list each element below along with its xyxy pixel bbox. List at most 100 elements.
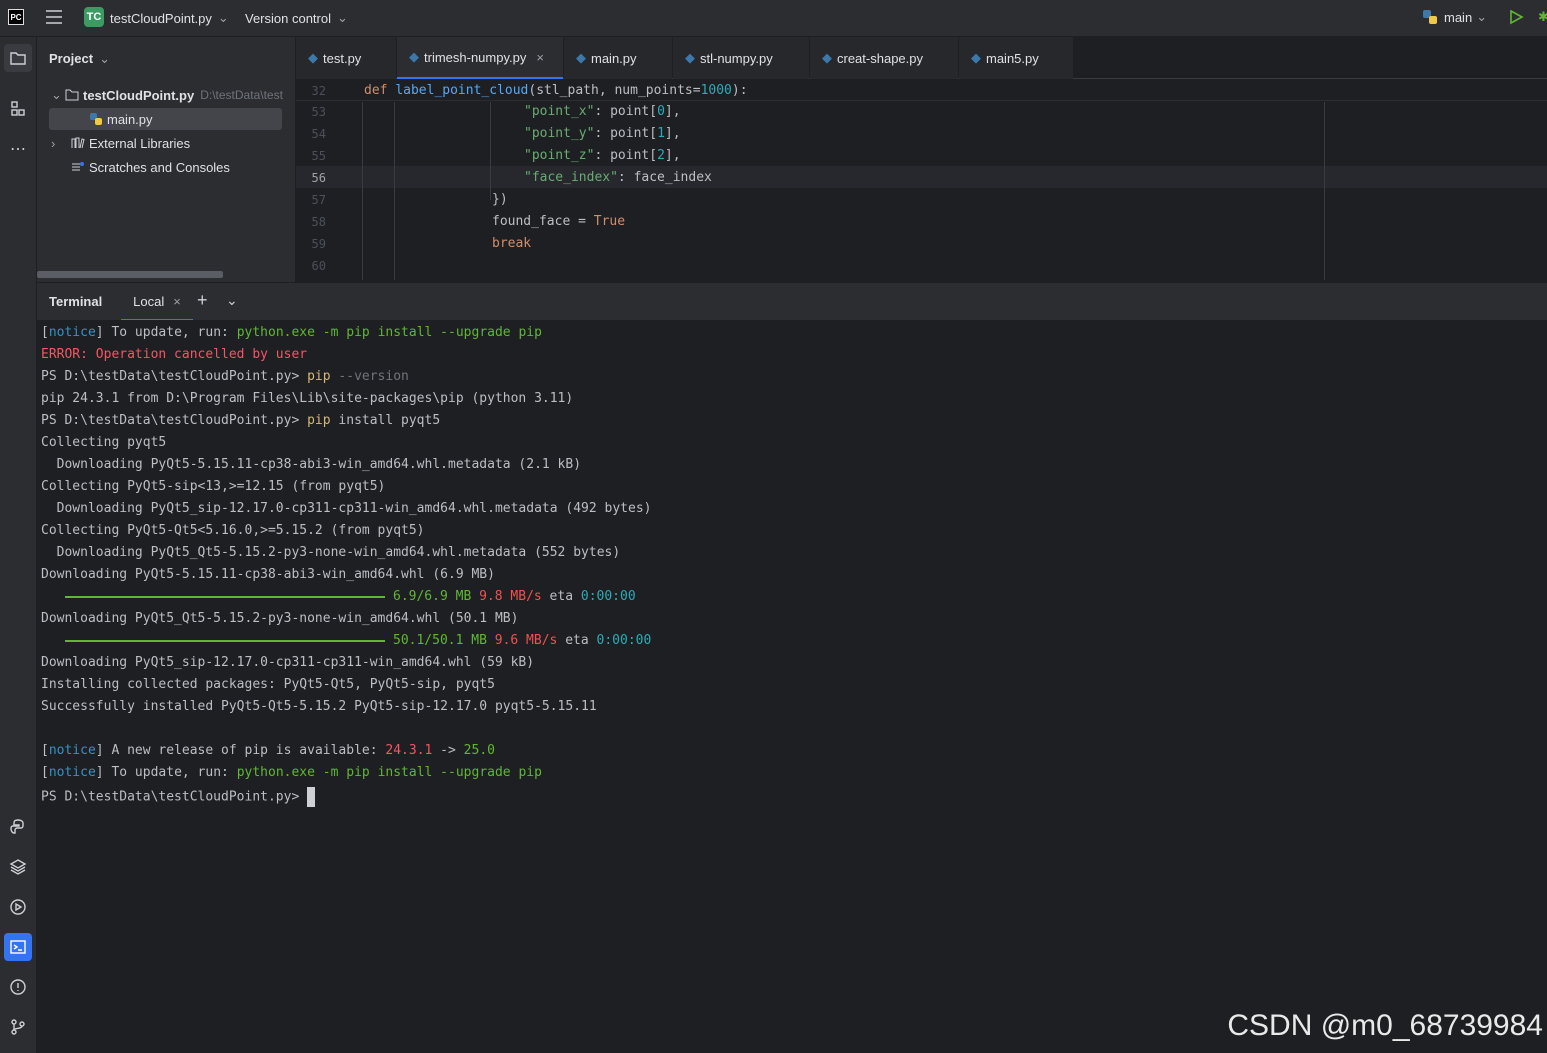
code-line: "point_z": point[2], bbox=[524, 148, 681, 163]
tab-trimesh-numpy-py[interactable]: ◆ trimesh-numpy.py × bbox=[397, 37, 563, 79]
line-number: 57 bbox=[311, 193, 326, 207]
line-number: 54 bbox=[311, 127, 326, 141]
terminal-line: Downloading PyQt5_Qt5-5.15.2-py3-none-wi… bbox=[41, 545, 621, 560]
pycharm-logo-icon[interactable]: PC bbox=[8, 9, 24, 25]
terminal-header: Terminal Local × + ⌄ bbox=[37, 282, 1547, 321]
line-number: 58 bbox=[311, 215, 326, 229]
line-number: 55 bbox=[311, 149, 326, 163]
python-file-icon: ◆ bbox=[971, 50, 981, 65]
tab-test-py[interactable]: ◆ test.py bbox=[296, 37, 396, 79]
folder-icon bbox=[65, 89, 79, 101]
terminal-cursor bbox=[307, 787, 316, 807]
python-file-icon: ◆ bbox=[308, 50, 318, 65]
python-file-icon: ◆ bbox=[576, 50, 586, 65]
more-tools-button[interactable]: ⋯ bbox=[4, 135, 32, 163]
problems-tool-button[interactable] bbox=[4, 973, 32, 1001]
tree-item-external-libraries[interactable]: › External Libraries bbox=[37, 132, 295, 154]
python-icon bbox=[1423, 10, 1437, 24]
code-line: "point_x": point[0], bbox=[524, 104, 681, 119]
chevron-down-icon: ⌄ bbox=[1476, 9, 1488, 24]
tab-main-py[interactable]: ◆ main.py bbox=[564, 37, 672, 79]
project-tool-button[interactable] bbox=[4, 44, 32, 72]
project-switcher[interactable]: testCloudPoint.py ⌄ bbox=[110, 10, 229, 26]
terminal-line: PS D:\testData\testCloudPoint.py> pip --… bbox=[41, 369, 409, 384]
scratches-icon bbox=[72, 162, 84, 171]
terminal-line: pip 24.3.1 from D:\Program Files\Lib\sit… bbox=[41, 391, 574, 406]
line-number: 60 bbox=[311, 259, 326, 273]
close-tab-icon[interactable]: × bbox=[173, 294, 181, 309]
terminal-line: Downloading PyQt5_Qt5-5.15.2-py3-none-wi… bbox=[41, 611, 519, 626]
run-button[interactable] bbox=[1508, 9, 1524, 25]
tab-main5-py[interactable]: ◆ main5.py bbox=[959, 37, 1073, 79]
terminal-title: Terminal bbox=[49, 294, 103, 309]
horizontal-scrollbar[interactable] bbox=[37, 271, 223, 278]
main-menu-icon[interactable] bbox=[45, 9, 63, 25]
tab-creat-shape-py[interactable]: ◆ creat-shape.py bbox=[810, 37, 958, 79]
terminal-line: Installing collected packages: PyQt5-Qt5… bbox=[41, 677, 495, 692]
terminal-output[interactable]: [notice] To update, run: python.exe -m p… bbox=[37, 320, 1547, 1053]
terminal-line: Collecting PyQt5-Qt5<5.16.0,>=5.15.2 (fr… bbox=[41, 523, 425, 538]
project-panel-title[interactable]: Project ⌄ bbox=[49, 51, 110, 67]
chevron-right-icon: › bbox=[51, 135, 56, 151]
run-config-selector[interactable]: main ⌄ bbox=[1422, 9, 1487, 25]
new-terminal-tab-icon[interactable]: + bbox=[197, 290, 208, 311]
tab-stl-numpy-py[interactable]: ◆ stl-numpy.py bbox=[673, 37, 809, 79]
vcs-label: Version control bbox=[245, 10, 331, 26]
bug-icon: ✱ bbox=[1538, 9, 1547, 24]
terminal-line: Collecting pyqt5 bbox=[41, 435, 167, 450]
file-label: main.py bbox=[107, 111, 153, 127]
code-line: break bbox=[492, 236, 532, 251]
more-icon: ⋯ bbox=[10, 141, 26, 158]
python-file-icon: ◆ bbox=[685, 50, 695, 65]
project-badge-icon: TC bbox=[84, 7, 104, 27]
editor-tab-bar: ◆ test.py ◆ trimesh-numpy.py × ◆ main.py ◆ st… bbox=[296, 37, 1547, 79]
line-number: 32 bbox=[311, 84, 326, 98]
run-config-label: main bbox=[1444, 9, 1473, 25]
terminal-line: [notice] To update, run: python.exe -m p… bbox=[41, 765, 542, 780]
title-bar: PC TC testCloudPoint.py ⌄ Version control… bbox=[0, 0, 1547, 37]
structure-icon bbox=[11, 101, 25, 116]
debug-button[interactable]: ✱ bbox=[1538, 9, 1547, 25]
line-number: 59 bbox=[311, 237, 326, 251]
services-icon bbox=[10, 899, 26, 915]
progress-bar bbox=[65, 595, 385, 598]
structure-tool-button[interactable] bbox=[4, 95, 32, 123]
close-tab-icon[interactable]: × bbox=[536, 50, 544, 65]
terminal-line: Downloading PyQt5-5.15.11-cp38-abi3-win_… bbox=[41, 567, 495, 582]
progress-line: 6.9/6.9 MB 9.8 MB/s eta 0:00:00 bbox=[65, 589, 636, 604]
python-console-button[interactable] bbox=[4, 813, 32, 841]
code-editor[interactable]: 32 53 54 55 56 57 58 59 60 def label_poi… bbox=[296, 80, 1547, 280]
python-packages-button[interactable] bbox=[4, 853, 32, 881]
terminal-line: ERROR: Operation cancelled by user bbox=[41, 347, 308, 362]
problems-icon bbox=[10, 979, 26, 995]
scratches-label: Scratches and Consoles bbox=[89, 159, 230, 175]
progress-bar bbox=[65, 639, 385, 642]
version-control-menu[interactable]: Version control ⌄ bbox=[245, 10, 348, 26]
terminal-line: Downloading PyQt5_sip-12.17.0-cp311-cp31… bbox=[41, 501, 652, 516]
services-button[interactable] bbox=[4, 893, 32, 921]
layers-icon bbox=[9, 859, 27, 875]
code-line: "face_index": face_index bbox=[524, 170, 712, 185]
chevron-down-icon[interactable]: ⌄ bbox=[226, 292, 238, 309]
right-margin-guide bbox=[1324, 102, 1325, 280]
chevron-down-icon: ⌄ bbox=[217, 10, 229, 25]
code-line: }) bbox=[492, 192, 508, 207]
line-number: 56 bbox=[311, 171, 326, 185]
terminal-tab-local[interactable]: Local × bbox=[121, 283, 193, 321]
terminal-line: Downloading PyQt5_sip-12.17.0-cp311-cp31… bbox=[41, 655, 535, 670]
chevron-down-icon: ⌄ bbox=[51, 87, 62, 102]
code-line: found_face = True bbox=[492, 214, 626, 229]
code-line-sticky: def label_point_cloud(stl_path, num_poin… bbox=[364, 83, 748, 98]
python-console-icon bbox=[10, 819, 24, 834]
python-file-icon bbox=[90, 113, 102, 125]
indent-guide bbox=[394, 102, 395, 280]
terminal-line: PS D:\testData\testCloudPoint.py> pip in… bbox=[41, 413, 441, 428]
git-tool-button[interactable] bbox=[4, 1013, 32, 1041]
tree-item-main-py[interactable]: main.py bbox=[49, 108, 282, 130]
tree-item-scratches[interactable]: Scratches and Consoles bbox=[37, 156, 295, 178]
chevron-down-icon: ⌄ bbox=[337, 10, 348, 25]
chevron-down-icon: ⌄ bbox=[99, 51, 110, 66]
left-tool-strip: ⋯ bbox=[0, 37, 37, 1053]
terminal-tool-button[interactable] bbox=[4, 933, 32, 961]
tree-root-item[interactable]: ⌄ testCloudPoint.py D:\testData\test bbox=[37, 84, 295, 106]
